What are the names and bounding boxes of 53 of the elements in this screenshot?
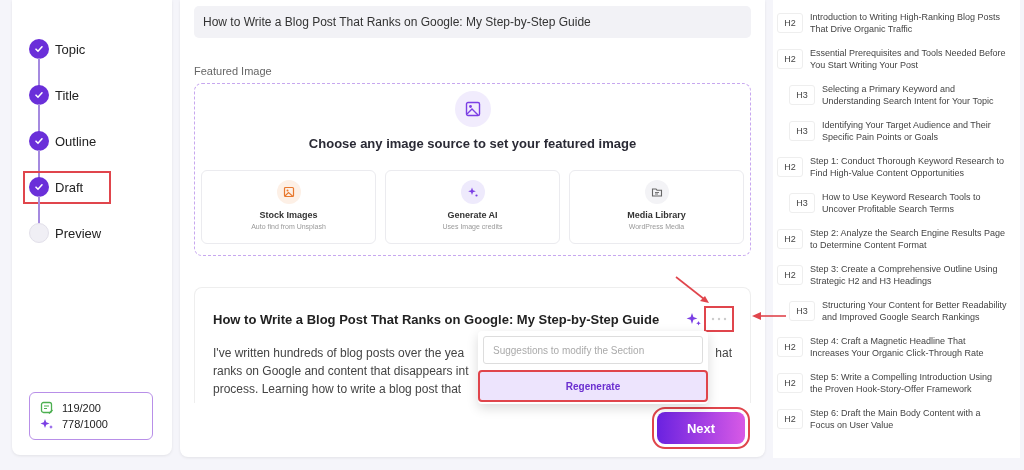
heading-level-tag: H3 (789, 121, 815, 141)
outline-heading[interactable]: Identifying Your Target Audience and Their Specific Pain Points or Goals (822, 119, 1008, 143)
source-title: Stock Images (259, 210, 318, 220)
title-field[interactable]: How to Write a Blog Post That Ranks on Google: My Step-by-Step Guide (194, 6, 751, 38)
section-label: Featured Image (194, 65, 273, 77)
credit-count: 119/200 (62, 402, 101, 414)
folder-icon (650, 186, 663, 198)
outline-heading[interactable]: Structuring Your Content for Better Readability and Improved Google Search Rankings (822, 299, 1008, 323)
sparkle-icon (686, 311, 702, 327)
step-label[interactable]: Outline (55, 128, 101, 154)
suggestion-field[interactable]: Suggestions to modify the Section (483, 336, 703, 364)
outline-heading[interactable]: Step 6: Draft the Main Body Content with a Focus on User Value (810, 407, 1006, 431)
heading-level-tag: H2 (777, 49, 803, 69)
paragraph-text: I've written hundreds of blog posts over the yea (213, 345, 465, 362)
heading-level-tag: H3 (789, 193, 815, 213)
regenerate-button[interactable]: Regenerate (480, 372, 706, 400)
outline-heading[interactable]: Step 1: Conduct Thorough Keyword Research to Find High-Value Content Opportunities (810, 155, 1006, 179)
outline-heading[interactable]: Step 5: Write a Compelling Introduction Using the Proven Hook-Story-Offer Framework (810, 371, 1006, 395)
prompt-text: Choose any image source to set your featured image (308, 136, 637, 151)
outline-heading[interactable]: Step 2: Analyze the Search Engine Results Page to Determine Content Format (810, 227, 1006, 251)
image-icon (454, 91, 491, 127)
paragraph-text: process. Learning how to write a blog post that (213, 381, 462, 398)
section-heading: How to Write a Blog Post That Ranks on Google: My Step-by-Step Guide (213, 311, 660, 327)
outline-heading[interactable]: Step 3: Create a Comprehensive Outline Using Strategic H2 and H3 Headings (810, 263, 1006, 287)
heading-level-tag: H2 (777, 373, 803, 393)
sparkle-icon (466, 186, 479, 198)
step-label[interactable]: Draft (55, 174, 88, 200)
more-icon (711, 317, 727, 321)
step-label[interactable]: Topic (55, 36, 90, 62)
document-icon (40, 401, 54, 415)
heading-level-tag: H3 (789, 301, 815, 321)
source-title: Generate AI (447, 210, 498, 220)
outline-heading[interactable]: Selecting a Primary Keyword and Understanding Search Intent for Your Topic (822, 83, 1008, 107)
outline-heading[interactable]: How to Use Keyword Research Tools to Uncover Profitable Search Terms (822, 191, 1008, 215)
paragraph-text: hat (715, 345, 732, 362)
step-label[interactable]: Preview (55, 220, 106, 246)
heading-level-tag: H2 (777, 409, 803, 429)
image-icon (282, 186, 295, 198)
sparkle-icon (40, 417, 54, 431)
heading-level-tag: H3 (789, 85, 815, 105)
heading-level-tag: H2 (777, 337, 803, 357)
heading-level-tag: H2 (777, 13, 803, 33)
heading-level-tag: H2 (777, 265, 803, 285)
heading-level-tag: H2 (777, 157, 803, 177)
heading-level-tag: H2 (777, 229, 803, 249)
paragraph-text: ranks on Google and content that disappears int (213, 363, 469, 380)
source-title: Media Library (627, 210, 686, 220)
credit-count: 778/1000 (62, 418, 108, 430)
more-button[interactable] (706, 308, 732, 330)
outline-heading[interactable]: Essential Prerequisites and Tools Needed Before You Start Writing Your Post (810, 47, 1006, 71)
step-label[interactable]: Title (55, 82, 84, 108)
outline-heading[interactable]: Introduction to Writing High-Ranking Blog Posts That Drive Organic Traffic (810, 11, 1006, 35)
outline-heading[interactable]: Step 4: Craft a Magnetic Headline That Increases Your Organic Click-Through Rate (810, 335, 1006, 359)
